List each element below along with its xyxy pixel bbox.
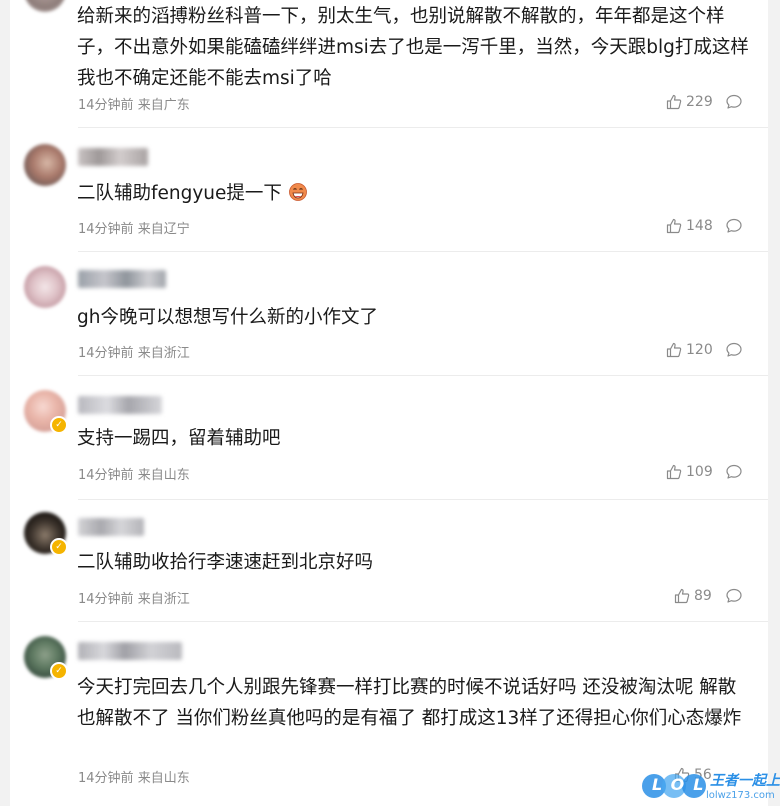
comment-location: 来自山东	[137, 468, 190, 483]
laughing-face-emoji	[288, 183, 307, 201]
comment-text: 二队辅助fengyue提一下	[77, 178, 749, 209]
thumbs-up-icon	[666, 94, 682, 110]
comment-item: gh今晚可以想想写什么新的小作文了 14分钟前 来自浙江 120	[10, 252, 768, 376]
avatar[interactable]: ✓	[24, 512, 68, 556]
like-count: 148	[686, 218, 713, 234]
watermark-logo-text: LOL	[652, 775, 713, 794]
like-button[interactable]: 89	[674, 586, 712, 606]
username[interactable]	[78, 518, 144, 536]
avatar[interactable]	[24, 144, 66, 186]
comment-meta: 14分钟前 来自辽宁	[78, 218, 190, 237]
watermark-site-name: 王者一起上	[710, 773, 780, 789]
thumbs-up-icon	[666, 342, 682, 358]
like-button[interactable]: 120	[666, 340, 713, 360]
verified-badge-icon: ✓	[50, 538, 68, 556]
site-watermark: LOL 王者一起上 lolwz173.com	[640, 770, 780, 806]
comment-item: 二队辅助fengyue提一下 14分钟前 来自辽宁 148	[10, 128, 768, 252]
thumbs-up-icon	[674, 588, 690, 604]
comment-bubble-icon[interactable]	[725, 341, 743, 359]
thumbs-up-icon	[666, 464, 682, 480]
like-button[interactable]: 148	[666, 216, 713, 236]
comment-meta: 14分钟前 来自广东	[78, 94, 190, 113]
comment-item: ✓ 支持一踢四，留着辅助吧 14分钟前 来自山东 109	[10, 376, 768, 500]
watermark-url: lolwz173.com	[706, 790, 775, 801]
avatar[interactable]	[24, 266, 66, 308]
comment-bubble-icon[interactable]	[725, 587, 743, 605]
scrollbar[interactable]	[768, 0, 780, 806]
comment-location: 来自广东	[137, 98, 190, 113]
comment-item: 给新来的滔搏粉丝科普一下，别太生气，也别说解散不解散的，年年都是这个样子，不出意…	[10, 0, 768, 128]
avatar[interactable]: ✓	[24, 390, 68, 434]
comment-text: 二队辅助收拾行李速速赶到北京好吗	[77, 552, 374, 573]
comment-feed: 给新来的滔搏粉丝科普一下，别太生气，也别说解散不解散的，年年都是这个样子，不出意…	[10, 0, 768, 806]
comment-location: 来自山东	[137, 771, 190, 786]
comment-meta: 14分钟前 来自山东	[78, 767, 190, 786]
username[interactable]	[78, 270, 166, 288]
avatar[interactable]: ✓	[24, 636, 68, 680]
comment-text: 支持一踢四，留着辅助吧	[77, 428, 281, 449]
comment-location: 来自浙江	[137, 592, 190, 607]
comment-bubble-icon[interactable]	[725, 463, 743, 481]
like-count: 229	[686, 94, 713, 110]
comment-text-content: 二队辅助fengyue提一下	[77, 183, 282, 204]
comment-time: 14分钟前	[78, 592, 134, 607]
verified-badge-icon: ✓	[50, 416, 68, 434]
comment-meta: 14分钟前 来自浙江	[78, 588, 190, 607]
username[interactable]	[78, 396, 162, 414]
comment-time: 14分钟前	[78, 771, 134, 786]
like-count: 89	[694, 588, 712, 604]
comment-location: 来自辽宁	[137, 222, 190, 237]
comment-text: gh今晚可以想想写什么新的小作文了	[77, 307, 378, 328]
comment-time: 14分钟前	[78, 98, 134, 113]
username[interactable]	[78, 642, 182, 660]
comment-location: 来自浙江	[137, 346, 190, 361]
comment-bubble-icon[interactable]	[725, 217, 743, 235]
comment-bubble-icon[interactable]	[725, 93, 743, 111]
avatar[interactable]	[24, 0, 66, 12]
like-button[interactable]: 109	[666, 462, 713, 482]
comment-meta: 14分钟前 来自山东	[78, 464, 190, 483]
comment-text: 给新来的滔搏粉丝科普一下，别太生气，也别说解散不解散的，年年都是这个样子，不出意…	[77, 6, 749, 89]
thumbs-up-icon	[666, 218, 682, 234]
username[interactable]	[78, 148, 148, 166]
verified-badge-icon: ✓	[50, 662, 68, 680]
like-count: 109	[686, 464, 713, 480]
comment-time: 14分钟前	[78, 468, 134, 483]
like-count: 120	[686, 342, 713, 358]
comment-meta: 14分钟前 来自浙江	[78, 342, 190, 361]
like-button[interactable]: 229	[666, 92, 713, 112]
comment-time: 14分钟前	[78, 346, 134, 361]
comment-item: ✓ 二队辅助收拾行李速速赶到北京好吗 14分钟前 来自浙江 89	[10, 500, 768, 622]
comment-text: 今天打完回去几个人别跟先锋赛一样打比赛的时候不说话好吗 还没被淘汰呢 解散也解散…	[77, 677, 742, 729]
comment-time: 14分钟前	[78, 222, 134, 237]
